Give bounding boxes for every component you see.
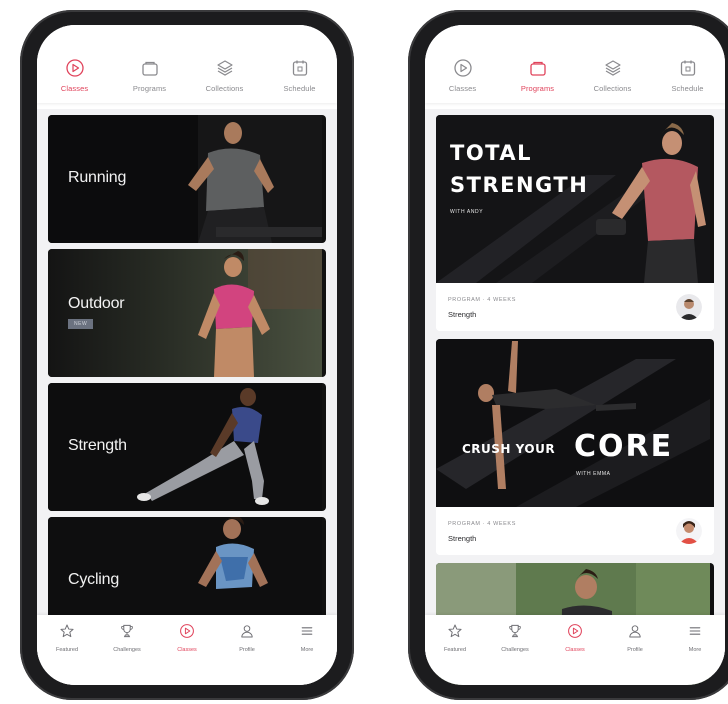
bottom-nav: Featured Challenges Classes Profile More bbox=[37, 615, 337, 685]
category-label: Cycling bbox=[68, 571, 120, 588]
program-card-crush-your-core[interactable]: CRUSH YOUR CORE WITH EMMA PROGRAM · 4 WE… bbox=[436, 339, 714, 555]
program-meta: PROGRAM · 4 WEEKS bbox=[448, 297, 516, 303]
status-badge: NEW bbox=[68, 319, 94, 329]
program-info: PROGRAM · 4 WEEKS Strength bbox=[436, 507, 714, 555]
tab-schedule[interactable]: Schedule bbox=[265, 58, 335, 93]
nav-label: Featured bbox=[55, 647, 78, 653]
tab-label: Schedule bbox=[671, 84, 704, 93]
layers-icon bbox=[215, 58, 235, 78]
nav-more[interactable]: More bbox=[669, 623, 721, 653]
layers-icon bbox=[603, 58, 623, 78]
tab-label: Schedule bbox=[283, 84, 316, 93]
nav-challenges[interactable]: Challenges bbox=[101, 623, 153, 653]
program-instructor: WITH EMMA bbox=[576, 471, 611, 477]
nav-label: Profile bbox=[239, 647, 255, 653]
play-circle-icon bbox=[453, 58, 473, 78]
trophy-icon bbox=[507, 623, 523, 644]
avatar bbox=[676, 518, 702, 544]
category-label: Strength bbox=[68, 437, 127, 454]
category-card-outdoor[interactable]: Outdoor NEW bbox=[48, 249, 326, 377]
top-nav: Classes Programs Collections Schedule bbox=[425, 25, 725, 103]
screen-classes: Classes Programs Collections Schedule Ru… bbox=[37, 25, 337, 685]
screen-programs: Classes Programs Collections Schedule TO… bbox=[425, 25, 725, 685]
tab-classes[interactable]: Classes bbox=[428, 58, 498, 93]
star-icon bbox=[447, 623, 463, 644]
program-list: TOTAL STRENGTH WITH ANDY PROGRAM · 4 WEE… bbox=[425, 109, 725, 685]
program-title-line2: CORE bbox=[574, 429, 674, 464]
nav-label: Challenges bbox=[113, 647, 141, 653]
program-info: PROGRAM · 4 WEEKS Strength bbox=[436, 283, 714, 331]
nav-label: Classes bbox=[565, 647, 585, 653]
play-circle-icon bbox=[65, 58, 85, 78]
phone-left: Classes Programs Collections Schedule Ru… bbox=[20, 10, 354, 700]
trophy-icon bbox=[119, 623, 135, 644]
nav-featured[interactable]: Featured bbox=[41, 623, 93, 653]
tab-collections[interactable]: Collections bbox=[190, 58, 260, 93]
nav-label: Profile bbox=[627, 647, 643, 653]
program-title-line1: TOTAL bbox=[450, 141, 533, 165]
play-circle-icon bbox=[179, 623, 195, 644]
program-meta: PROGRAM · 4 WEEKS bbox=[448, 521, 516, 527]
menu-icon bbox=[687, 623, 703, 644]
nav-challenges[interactable]: Challenges bbox=[489, 623, 541, 653]
program-type: Strength bbox=[448, 534, 477, 543]
tab-label: Classes bbox=[448, 84, 477, 93]
program-hero: TOTAL STRENGTH WITH ANDY bbox=[436, 115, 714, 283]
menu-icon bbox=[299, 623, 315, 644]
program-photo bbox=[436, 339, 710, 507]
nav-profile[interactable]: Profile bbox=[221, 623, 273, 653]
tab-label: Programs bbox=[132, 84, 167, 93]
star-icon bbox=[59, 623, 75, 644]
category-card-strength[interactable]: Strength bbox=[48, 383, 326, 511]
play-circle-icon bbox=[567, 623, 583, 644]
outdoor-photo bbox=[48, 249, 322, 377]
person-icon bbox=[627, 623, 643, 644]
program-folder-icon bbox=[528, 58, 548, 78]
nav-classes[interactable]: Classes bbox=[161, 623, 213, 653]
nav-label: Classes bbox=[177, 647, 197, 653]
nav-featured[interactable]: Featured bbox=[429, 623, 481, 653]
category-label: Running bbox=[68, 169, 127, 186]
nav-label: More bbox=[300, 647, 314, 653]
program-card-total-strength[interactable]: TOTAL STRENGTH WITH ANDY PROGRAM · 4 WEE… bbox=[436, 115, 714, 331]
nav-classes[interactable]: Classes bbox=[549, 623, 601, 653]
nav-label: Featured bbox=[443, 647, 466, 653]
nav-profile[interactable]: Profile bbox=[609, 623, 661, 653]
calendar-icon bbox=[678, 58, 698, 78]
nav-label: More bbox=[688, 647, 702, 653]
program-hero: CRUSH YOUR CORE WITH EMMA bbox=[436, 339, 714, 507]
category-label: Outdoor bbox=[68, 295, 125, 312]
category-list: Running Outdoor NEW Strength Cycling bbox=[37, 109, 337, 685]
top-nav: Classes Programs Collections Schedule bbox=[37, 25, 337, 103]
tab-label: Collections bbox=[205, 84, 244, 93]
nav-label: Challenges bbox=[501, 647, 529, 653]
instructor-avatar-image bbox=[676, 294, 702, 320]
tab-classes[interactable]: Classes bbox=[40, 58, 110, 93]
program-folder-icon bbox=[140, 58, 160, 78]
tab-collections[interactable]: Collections bbox=[578, 58, 648, 93]
tab-label: Programs bbox=[520, 84, 555, 93]
program-title-line2: STRENGTH bbox=[450, 173, 589, 197]
bottom-nav: Featured Challenges Classes Profile More bbox=[425, 615, 725, 685]
avatar bbox=[676, 294, 702, 320]
program-title-line1: CRUSH YOUR bbox=[462, 442, 556, 456]
category-card-running[interactable]: Running bbox=[48, 115, 326, 243]
nav-more[interactable]: More bbox=[281, 623, 333, 653]
tab-label: Collections bbox=[593, 84, 632, 93]
program-type: Strength bbox=[448, 310, 477, 319]
tab-programs[interactable]: Programs bbox=[503, 58, 573, 93]
tab-programs[interactable]: Programs bbox=[115, 58, 185, 93]
tab-schedule[interactable]: Schedule bbox=[653, 58, 723, 93]
calendar-icon bbox=[290, 58, 310, 78]
phone-right: Classes Programs Collections Schedule TO… bbox=[408, 10, 728, 700]
program-instructor: WITH ANDY bbox=[450, 209, 484, 215]
person-icon bbox=[239, 623, 255, 644]
instructor-avatar-image bbox=[676, 518, 702, 544]
tab-label: Classes bbox=[60, 84, 89, 93]
